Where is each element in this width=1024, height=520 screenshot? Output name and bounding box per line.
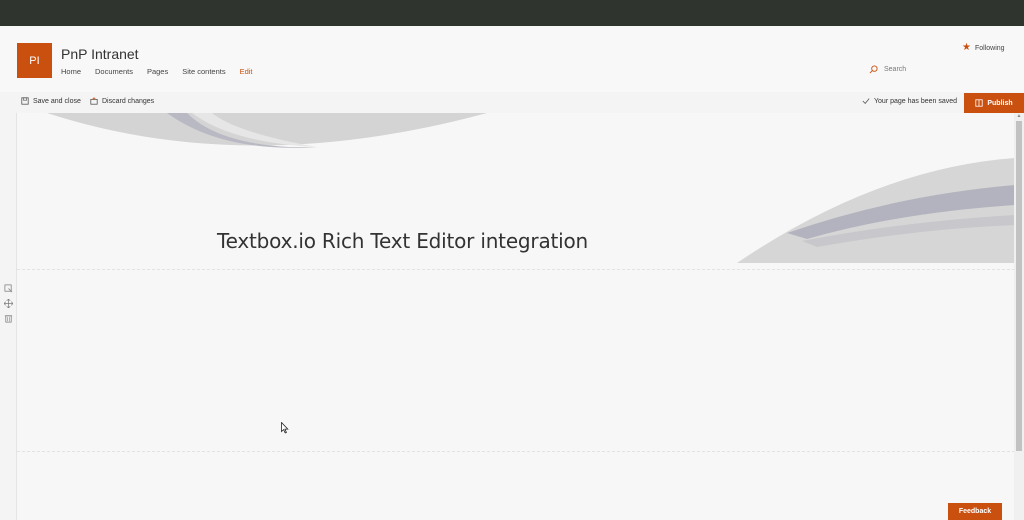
scrollbar-thumb[interactable] — [1016, 121, 1022, 451]
save-and-close-button[interactable]: Save and close — [21, 97, 81, 105]
search-placeholder: Search — [884, 66, 907, 73]
page-title[interactable]: Textbox.io Rich Text Editor integration — [217, 229, 588, 253]
save-status: Your page has been saved — [862, 97, 957, 105]
scroll-up-icon[interactable]: ▲ — [1016, 113, 1022, 119]
nav-item-edit[interactable]: Edit — [240, 67, 253, 76]
follow-label: Following — [974, 44, 1005, 52]
section-toolbar — [4, 284, 13, 323]
publish-label: Publish — [987, 99, 1013, 107]
nav-item-home[interactable]: Home — [61, 67, 81, 76]
star-icon: ★ — [962, 42, 971, 53]
publish-icon — [975, 99, 983, 107]
vertical-scrollbar[interactable]: ▲ — [1014, 113, 1024, 520]
suite-bar — [0, 0, 1024, 27]
discard-icon — [90, 97, 98, 105]
feedback-button[interactable]: Feedback — [948, 503, 1002, 520]
discard-changes-button[interactable]: Discard changes — [90, 97, 154, 105]
nav-item-pages[interactable]: Pages — [147, 67, 168, 76]
page-canvas: Textbox.io Rich Text Editor integration — [16, 113, 1015, 520]
follow-button[interactable]: ★ Following — [962, 43, 1005, 53]
nav-item-site-contents[interactable]: Site contents — [182, 67, 225, 76]
site-header: PI PnP Intranet Home Documents Pages Sit… — [0, 26, 1024, 92]
section-divider — [17, 269, 1015, 270]
hero-section[interactable]: Textbox.io Rich Text Editor integration — [17, 113, 1015, 263]
discard-changes-label: Discard changes — [102, 97, 155, 105]
save-status-text: Your page has been saved — [874, 97, 958, 105]
site-logo[interactable]: PI — [17, 43, 52, 78]
edit-section-icon[interactable] — [4, 284, 13, 293]
site-navigation: Home Documents Pages Site contents Edit — [61, 67, 253, 76]
mouse-cursor-icon — [281, 422, 289, 434]
save-and-close-label: Save and close — [33, 97, 81, 105]
publish-button[interactable]: Publish — [964, 93, 1024, 113]
search-icon — [869, 65, 878, 74]
delete-icon[interactable] — [4, 314, 13, 323]
section-divider — [17, 451, 1015, 452]
move-icon[interactable] — [4, 299, 13, 308]
search-box[interactable]: Search — [869, 65, 906, 74]
site-title[interactable]: PnP Intranet — [61, 46, 139, 62]
save-icon — [21, 97, 29, 105]
nav-item-documents[interactable]: Documents — [95, 67, 133, 76]
checkmark-icon — [862, 98, 870, 104]
